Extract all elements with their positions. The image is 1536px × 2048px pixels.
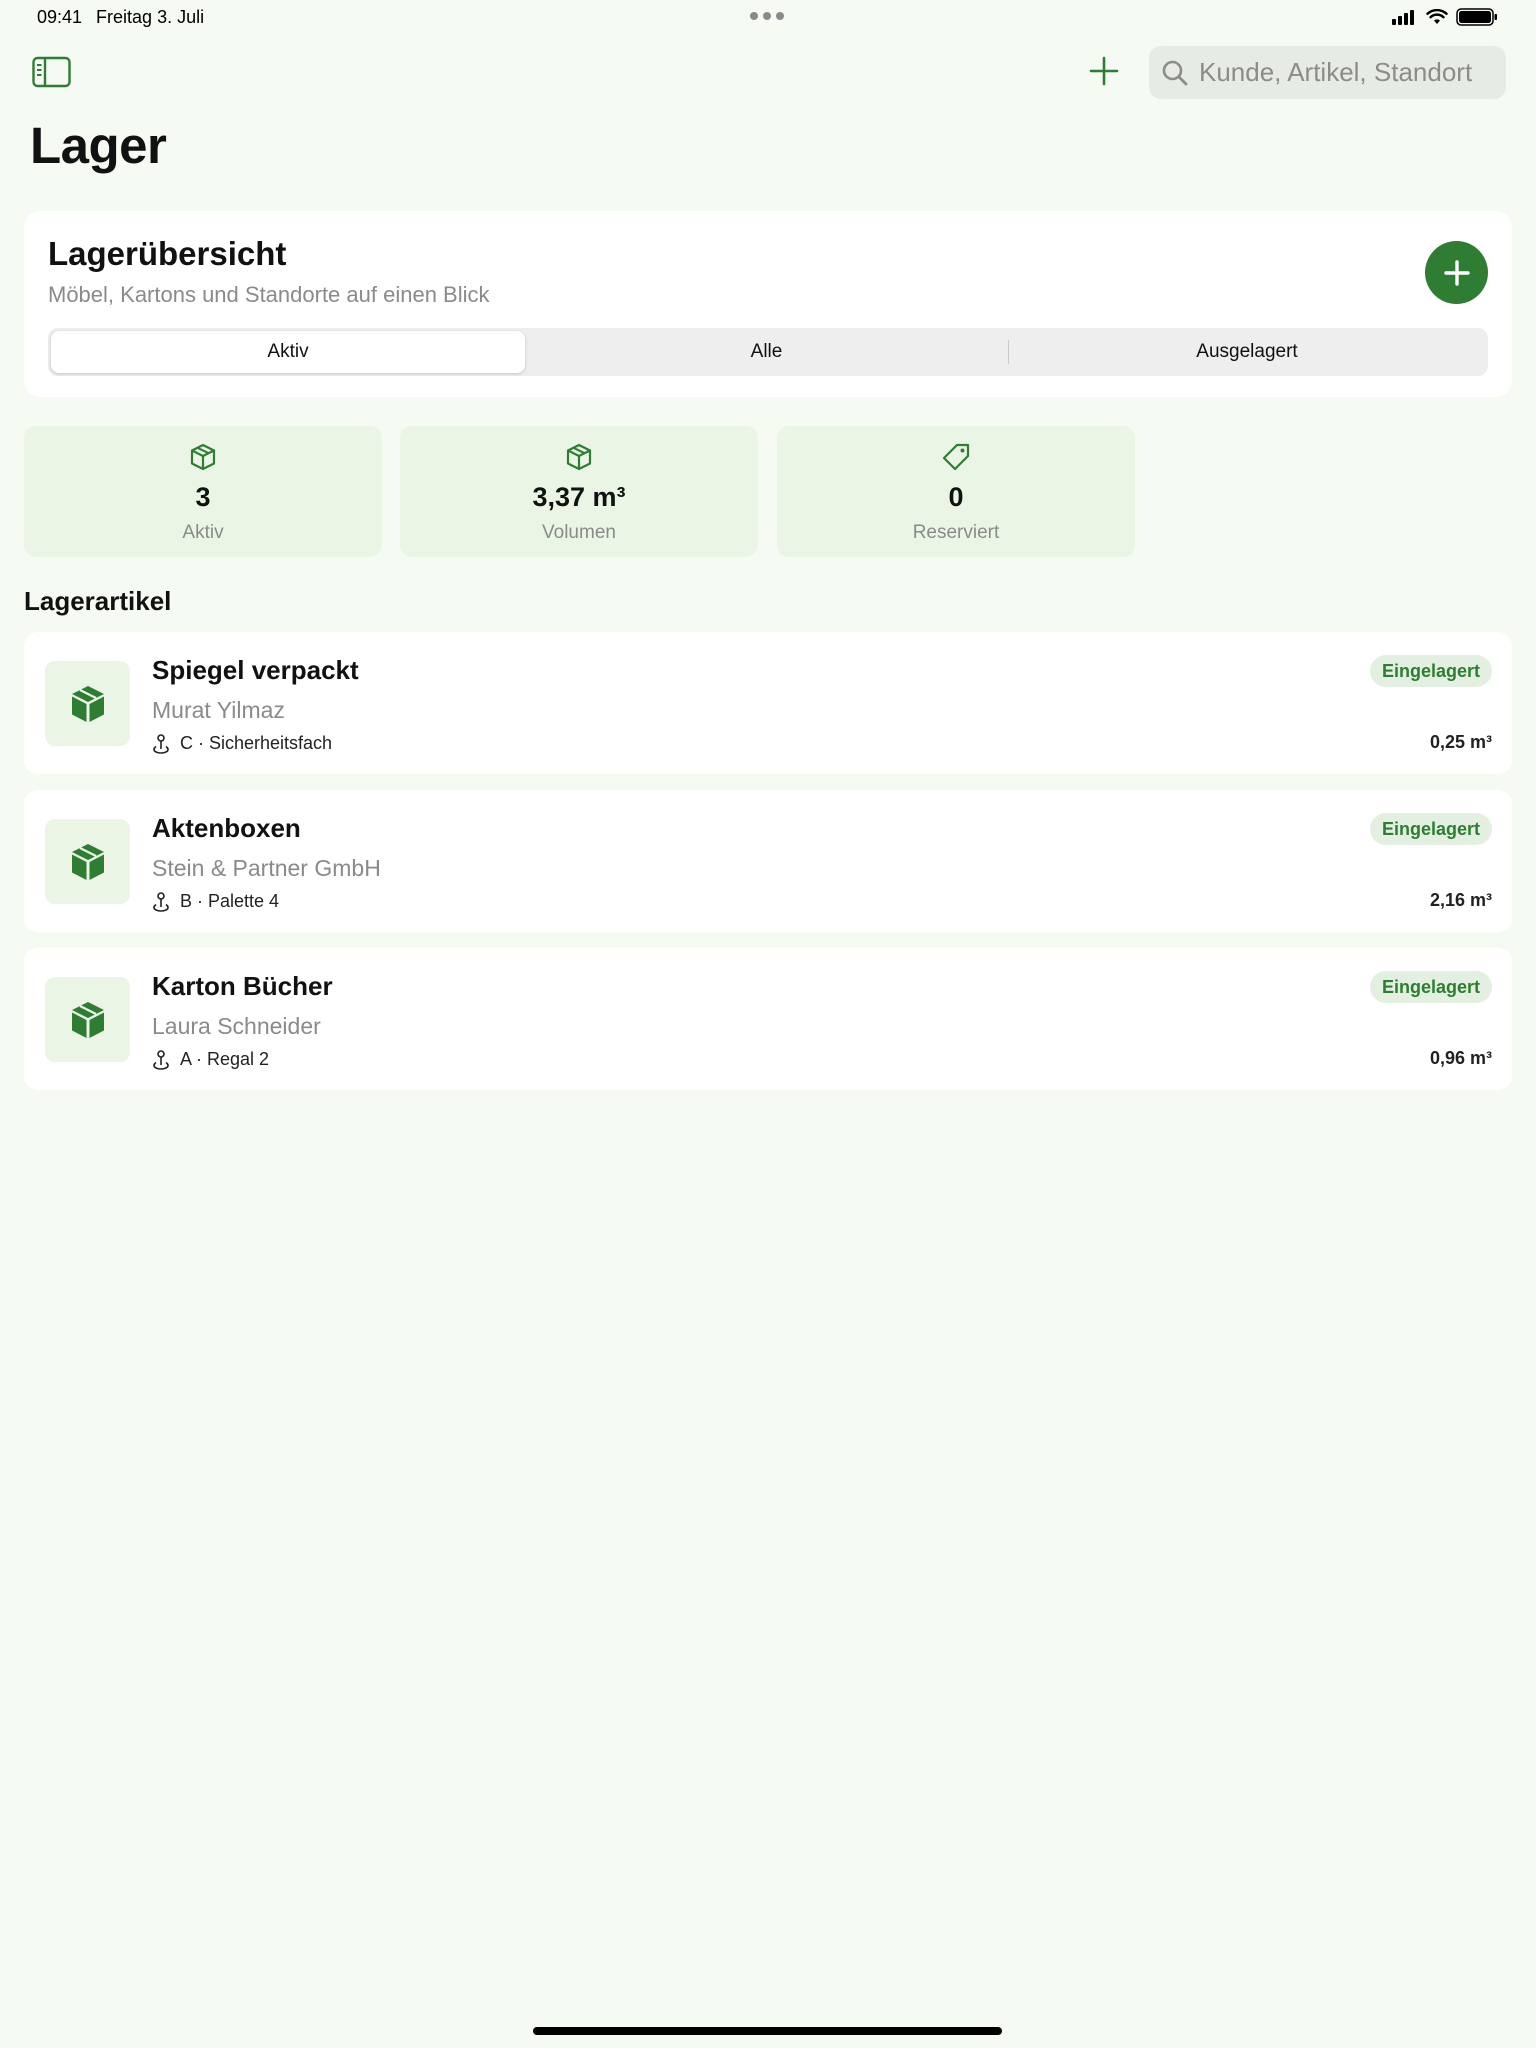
cellular-signal-icon	[1392, 10, 1414, 25]
overview-title: Lagerübersicht	[48, 235, 287, 272]
sidebar-toggle-button[interactable]	[32, 56, 72, 90]
item-thumbnail	[45, 661, 130, 746]
stat-card-volumen: 3,37 m³ Volumen	[400, 426, 758, 557]
status-badge: Eingelagert	[1369, 971, 1492, 1003]
item-customer: Murat Yilmaz	[152, 697, 285, 723]
box-icon	[190, 443, 216, 471]
segment-aktiv[interactable]: Aktiv	[51, 331, 525, 373]
stat-value: 0	[948, 482, 964, 512]
item-thumbnail	[45, 819, 130, 904]
segment-alle[interactable]: Alle	[525, 331, 1008, 373]
item-name: Spiegel verpackt	[152, 655, 359, 685]
status-badge: Eingelagert	[1369, 813, 1492, 845]
location-pin-icon	[153, 891, 169, 912]
stat-label: Reserviert	[912, 522, 1000, 543]
item-name: Aktenboxen	[152, 813, 301, 843]
search-field[interactable]	[1149, 46, 1506, 99]
status-bar: 09:41 Freitag 3. Juli	[0, 0, 1536, 36]
status-badge: Eingelagert	[1369, 655, 1492, 687]
stat-value: 3	[195, 482, 211, 512]
search-input[interactable]	[1199, 57, 1499, 88]
stat-card-reserviert: 0 Reserviert	[777, 426, 1135, 557]
multitasking-dots-icon[interactable]	[750, 12, 784, 20]
location-pin-icon	[153, 733, 169, 754]
list-item[interactable]: Spiegel verpackt Murat Yilmaz C · Sicher…	[24, 632, 1512, 774]
overview-subtitle: Möbel, Kartons und Standorte auf einen B…	[48, 282, 490, 307]
plus-icon	[1089, 56, 1119, 86]
stat-label: Volumen	[542, 522, 616, 543]
item-customer: Laura Schneider	[152, 1013, 321, 1039]
status-time-date: 09:41 Freitag 3. Juli	[37, 7, 204, 28]
sidebar-icon	[32, 56, 71, 88]
item-location-text: B · Palette 4	[180, 891, 280, 911]
location-pin-icon	[153, 1049, 169, 1070]
status-time: 09:41	[37, 7, 83, 27]
overview-card: Lagerübersicht Möbel, Kartons und Stando…	[24, 211, 1512, 397]
box-icon	[566, 443, 592, 471]
stat-card-aktiv: 3 Aktiv	[24, 426, 382, 557]
status-date: Freitag 3. Juli	[96, 7, 205, 27]
item-thumbnail	[45, 977, 130, 1062]
segment-ausgelagert[interactable]: Ausgelagert	[1009, 331, 1485, 373]
box-icon	[71, 1001, 104, 1038]
home-indicator[interactable]	[533, 2027, 1002, 2035]
item-volume: 2,16 m³	[1429, 890, 1492, 910]
search-icon	[1162, 60, 1188, 85]
toolbar-add-button[interactable]	[1087, 54, 1121, 88]
item-location: B · Palette 4	[152, 891, 279, 912]
item-volume: 0,25 m³	[1429, 732, 1492, 752]
stat-label: Aktiv	[182, 522, 224, 543]
item-location-text: A · Regal 2	[180, 1049, 270, 1069]
tag-icon	[942, 443, 970, 471]
item-volume: 0,96 m³	[1429, 1048, 1492, 1068]
list-item[interactable]: Aktenboxen Stein & Partner GmbH B · Pale…	[24, 790, 1512, 932]
plus-icon	[1443, 259, 1470, 286]
item-customer: Stein & Partner GmbH	[152, 855, 381, 881]
battery-icon	[1456, 8, 1497, 26]
section-title: Lagerartikel	[24, 586, 172, 616]
add-item-button[interactable]	[1425, 241, 1488, 304]
box-icon	[71, 843, 104, 880]
item-location: C · Sicherheitsfach	[152, 733, 332, 754]
segmented-control[interactable]: Aktiv Alle Ausgelagert	[48, 328, 1488, 376]
box-icon	[71, 685, 104, 722]
item-location-text: C · Sicherheitsfach	[180, 733, 333, 753]
list-item[interactable]: Karton Bücher Laura Schneider A · Regal …	[24, 948, 1512, 1090]
status-icons	[1392, 8, 1498, 26]
item-name: Karton Bücher	[152, 971, 333, 1001]
wifi-icon	[1426, 9, 1448, 24]
stat-value: 3,37 m³	[532, 482, 626, 512]
page-title: Lager	[30, 117, 167, 174]
item-location: A · Regal 2	[152, 1049, 269, 1070]
